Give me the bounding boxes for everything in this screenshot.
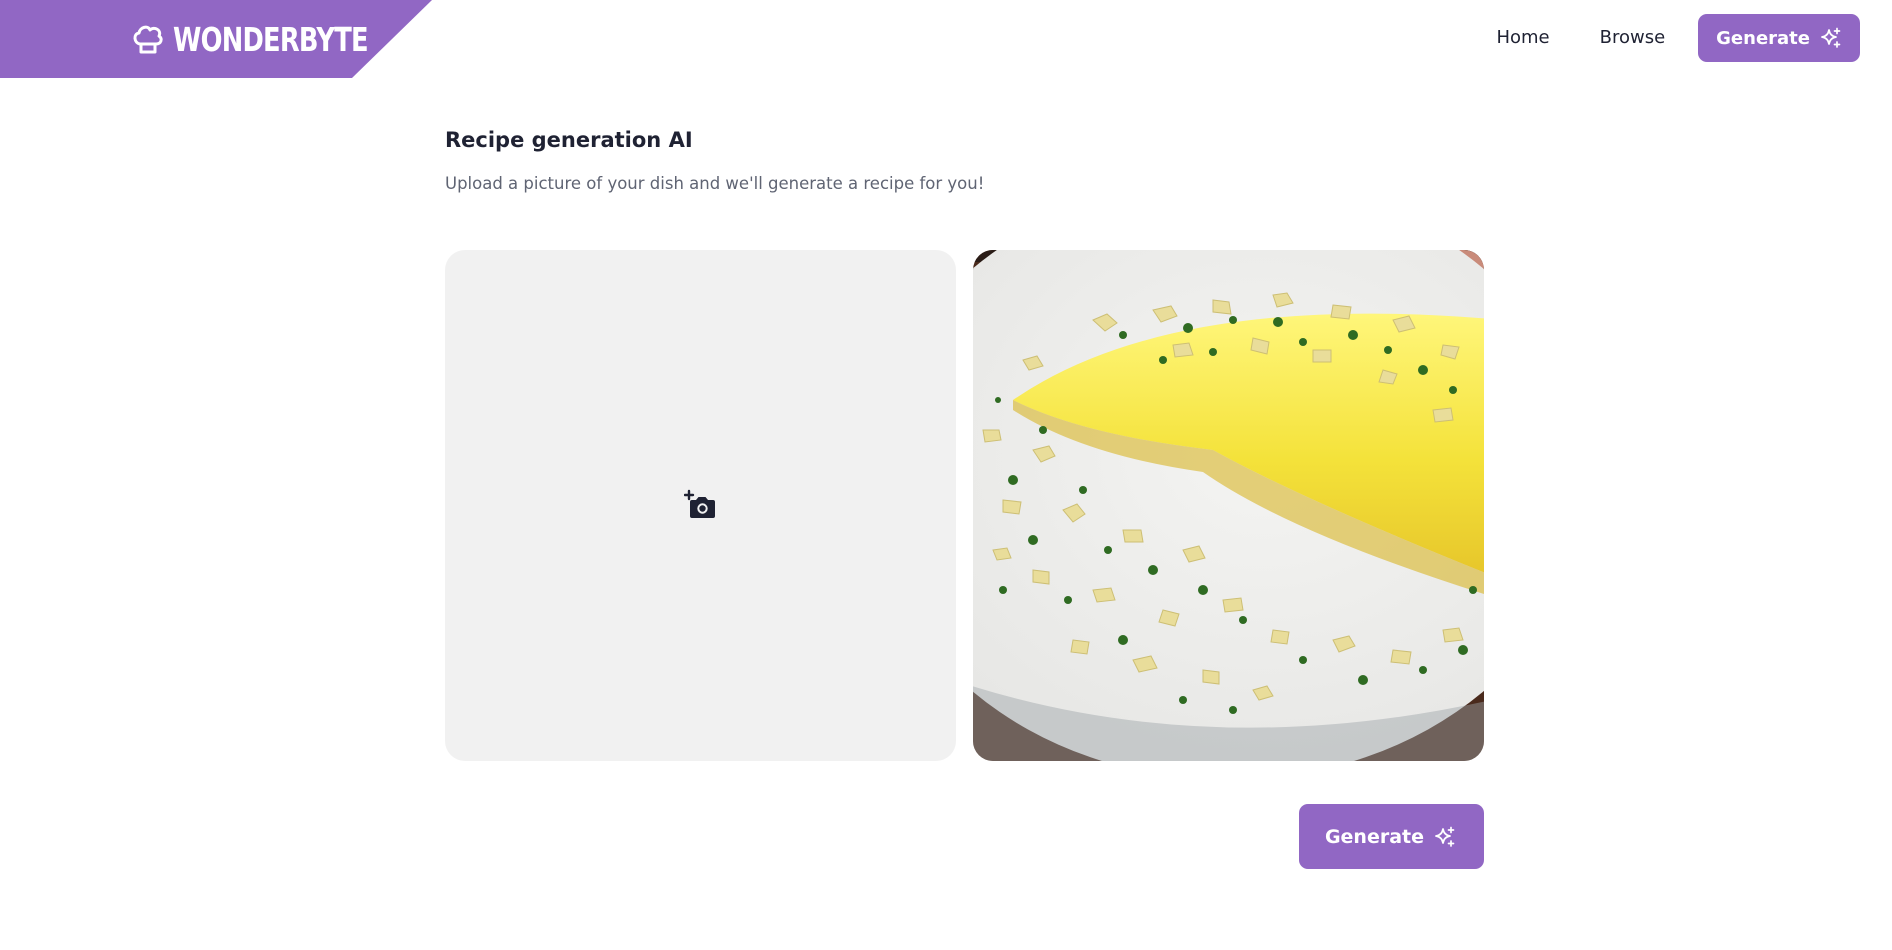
image-upload-dropzone[interactable] xyxy=(445,250,956,761)
sparkles-icon xyxy=(1821,27,1841,48)
dish-photo-preview xyxy=(973,250,1484,761)
generate-recipe-label: Generate xyxy=(1324,825,1424,848)
nav-home-link[interactable]: Home xyxy=(1471,14,1574,62)
nav-generate-label: Generate xyxy=(1716,27,1810,49)
generate-recipe-button[interactable]: Generate xyxy=(1298,804,1484,869)
image-panels xyxy=(445,250,1484,761)
main-nav: Home Browse Generate xyxy=(1471,14,1860,62)
recipe-generator: Recipe generation AI Upload a picture of… xyxy=(445,128,1484,869)
add-photo-icon xyxy=(683,489,715,518)
nav-generate-button[interactable]: Generate xyxy=(1698,14,1860,62)
page-title: Recipe generation AI xyxy=(445,128,693,152)
nav-browse-link[interactable]: Browse xyxy=(1575,14,1691,62)
page-subtitle: Upload a picture of your dish and we'll … xyxy=(445,174,985,193)
brand-name: WONDERBYTE xyxy=(173,19,369,59)
sparkles-icon xyxy=(1435,826,1455,847)
chef-hat-icon xyxy=(133,25,163,54)
brand-home-link[interactable]: WONDERBYTE xyxy=(131,19,423,59)
omelette-photo xyxy=(973,250,1484,761)
